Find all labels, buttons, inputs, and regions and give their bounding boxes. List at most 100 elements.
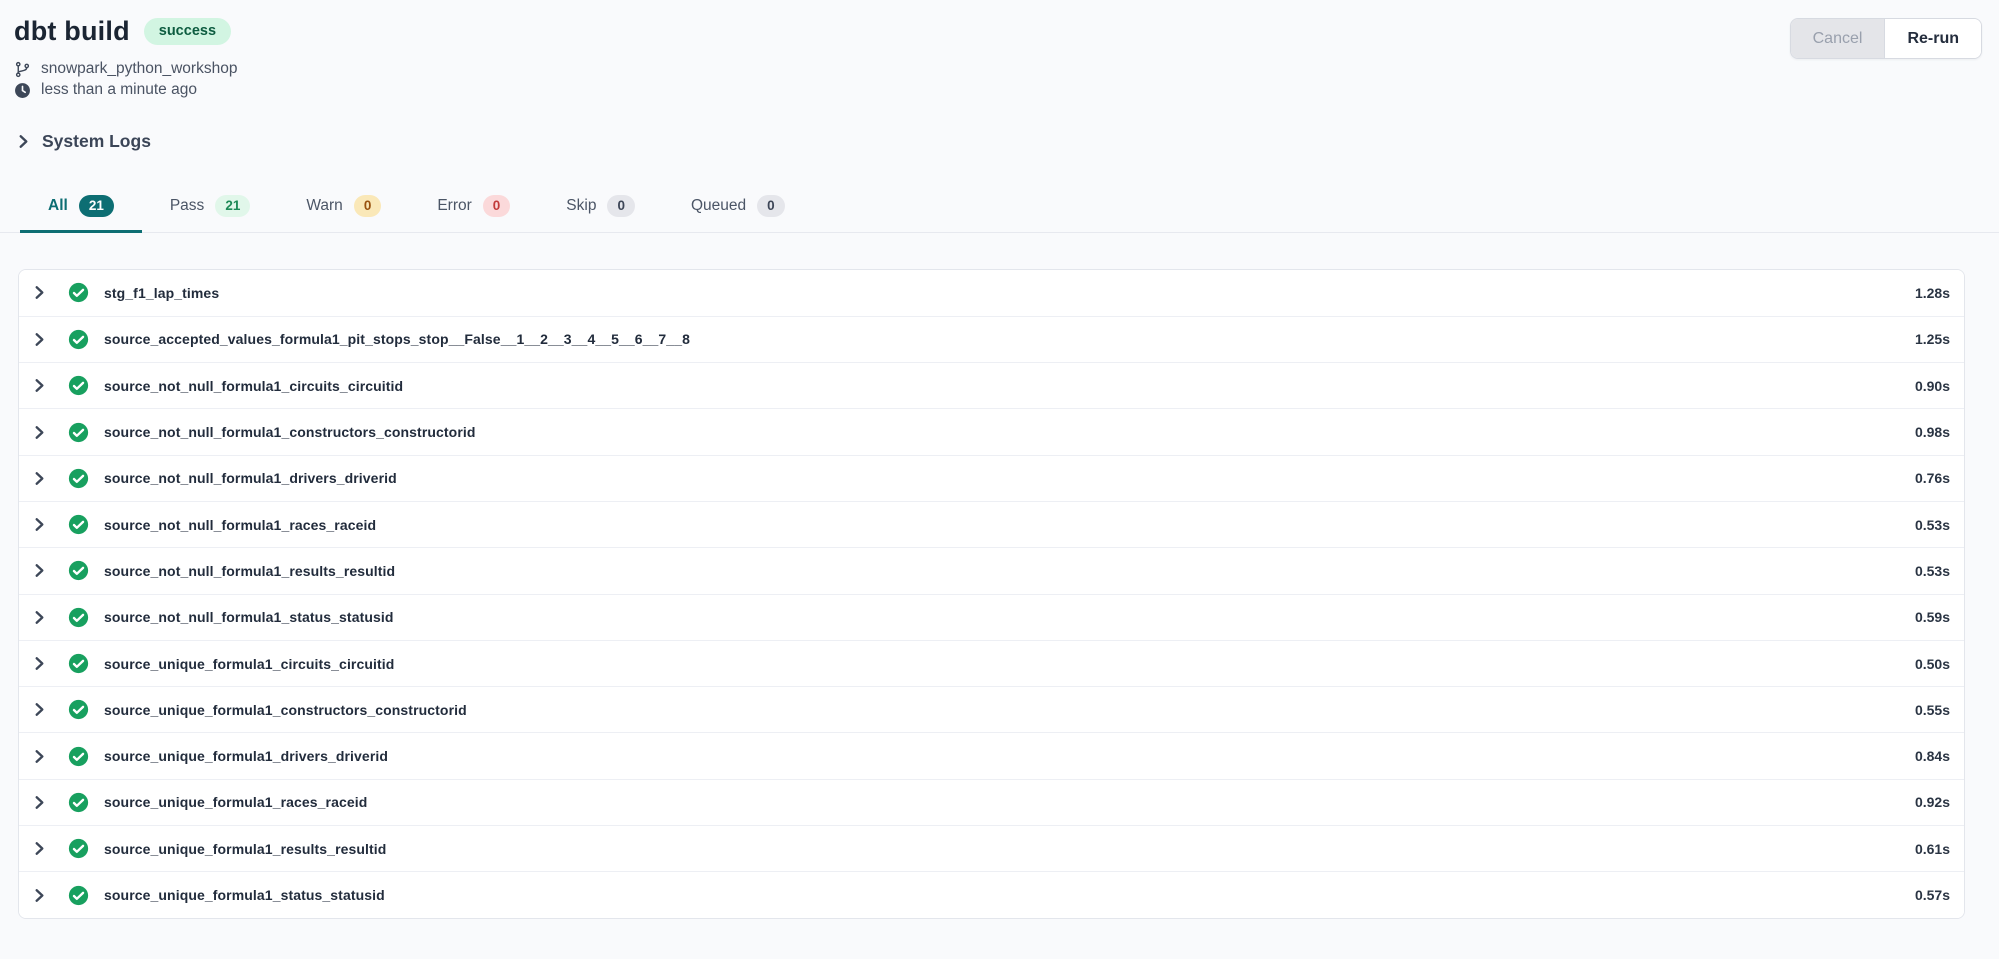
pass-check-icon	[68, 699, 89, 720]
result-row[interactable]: source_not_null_formula1_races_raceid 0.…	[19, 501, 1964, 547]
result-row[interactable]: source_unique_formula1_drivers_driverid …	[19, 732, 1964, 778]
status-tabs: All 21 Pass 21 Warn 0 Error 0 Skip 0 Que…	[0, 185, 1999, 233]
git-branch-icon	[14, 61, 31, 78]
expand-chevron-icon[interactable]	[29, 425, 49, 440]
result-duration: 1.25s	[1915, 331, 1950, 347]
result-duration: 0.98s	[1915, 424, 1950, 440]
pass-check-icon	[68, 282, 89, 303]
expand-chevron-icon[interactable]	[29, 795, 49, 810]
results-list: stg_f1_lap_times 1.28s source_accepted_v…	[18, 269, 1965, 919]
tab-count-badge: 0	[483, 195, 511, 217]
tab-label: Skip	[566, 197, 596, 215]
result-row[interactable]: source_not_null_formula1_drivers_driveri…	[19, 455, 1964, 501]
expand-chevron-icon[interactable]	[29, 563, 49, 578]
result-row[interactable]: source_not_null_formula1_constructors_co…	[19, 408, 1964, 454]
pass-check-icon	[68, 607, 89, 628]
rerun-button[interactable]: Re-run	[1885, 19, 1981, 58]
result-row[interactable]: source_not_null_formula1_results_resulti…	[19, 547, 1964, 593]
pass-check-icon	[68, 514, 89, 535]
cancel-button[interactable]: Cancel	[1791, 19, 1886, 58]
expand-chevron-icon[interactable]	[29, 517, 49, 532]
tab-all[interactable]: All 21	[20, 185, 142, 233]
tab-error[interactable]: Error 0	[409, 185, 538, 233]
pass-check-icon	[68, 838, 89, 859]
tab-count-badge: 0	[607, 195, 635, 217]
result-name: source_not_null_formula1_constructors_co…	[104, 424, 476, 440]
tab-label: All	[48, 197, 68, 215]
system-logs-label: System Logs	[42, 131, 151, 152]
expand-chevron-icon[interactable]	[29, 285, 49, 300]
system-logs-toggle[interactable]: System Logs	[16, 131, 1999, 152]
result-duration: 1.28s	[1915, 285, 1950, 301]
result-row[interactable]: source_unique_formula1_constructors_cons…	[19, 686, 1964, 732]
pass-check-icon	[68, 746, 89, 767]
result-duration: 0.53s	[1915, 517, 1950, 533]
pass-check-icon	[68, 885, 89, 906]
result-duration: 0.92s	[1915, 794, 1950, 810]
pass-check-icon	[68, 468, 89, 489]
result-name: stg_f1_lap_times	[104, 285, 219, 301]
pass-check-icon	[68, 560, 89, 581]
expand-chevron-icon[interactable]	[29, 610, 49, 625]
result-duration: 0.50s	[1915, 656, 1950, 672]
tab-count-badge: 0	[757, 195, 785, 217]
tab-queued[interactable]: Queued 0	[663, 185, 813, 233]
run-header-left: dbt build success snowpark_python_worksh…	[14, 16, 237, 99]
result-row[interactable]: source_unique_formula1_status_statusid 0…	[19, 871, 1964, 917]
expand-chevron-icon[interactable]	[29, 749, 49, 764]
expand-chevron-icon[interactable]	[29, 332, 49, 347]
status-badge: success	[144, 18, 231, 45]
result-duration: 0.53s	[1915, 563, 1950, 579]
pass-check-icon	[68, 792, 89, 813]
result-duration: 0.61s	[1915, 841, 1950, 857]
expand-chevron-icon[interactable]	[29, 702, 49, 717]
pass-check-icon	[68, 422, 89, 443]
time-line: less than a minute ago	[14, 81, 237, 99]
tab-skip[interactable]: Skip 0	[538, 185, 663, 233]
expand-chevron-icon[interactable]	[29, 841, 49, 856]
result-row[interactable]: source_not_null_formula1_status_statusid…	[19, 594, 1964, 640]
result-row[interactable]: source_unique_formula1_circuits_circuiti…	[19, 640, 1964, 686]
result-name: source_unique_formula1_races_raceid	[104, 794, 367, 810]
pass-check-icon	[68, 329, 89, 350]
result-name: source_not_null_formula1_races_raceid	[104, 517, 376, 533]
result-duration: 0.90s	[1915, 378, 1950, 394]
result-name: source_not_null_formula1_results_resulti…	[104, 563, 395, 579]
run-header: dbt build success snowpark_python_worksh…	[0, 0, 1999, 99]
result-row[interactable]: stg_f1_lap_times 1.28s	[19, 270, 1964, 316]
tab-warn[interactable]: Warn 0	[278, 185, 409, 233]
page-title: dbt build	[14, 16, 130, 47]
run-meta: snowpark_python_workshop less than a min…	[14, 60, 237, 99]
clock-icon	[14, 82, 31, 99]
tab-count-badge: 21	[215, 195, 250, 217]
tab-pass[interactable]: Pass 21	[142, 185, 279, 233]
tab-count-badge: 0	[354, 195, 382, 217]
expand-chevron-icon[interactable]	[29, 378, 49, 393]
pass-check-icon	[68, 653, 89, 674]
expand-chevron-icon[interactable]	[29, 471, 49, 486]
result-name: source_unique_formula1_constructors_cons…	[104, 702, 467, 718]
result-name: source_unique_formula1_drivers_driverid	[104, 748, 388, 764]
expand-chevron-icon[interactable]	[29, 656, 49, 671]
tab-label: Queued	[691, 197, 746, 215]
result-duration: 0.57s	[1915, 887, 1950, 903]
result-row[interactable]: source_accepted_values_formula1_pit_stop…	[19, 316, 1964, 362]
tab-label: Error	[437, 197, 471, 215]
result-name: source_accepted_values_formula1_pit_stop…	[104, 331, 690, 347]
result-duration: 0.59s	[1915, 609, 1950, 625]
result-row[interactable]: source_unique_formula1_results_resultid …	[19, 825, 1964, 871]
title-row: dbt build success	[14, 16, 237, 47]
result-name: source_unique_formula1_circuits_circuiti…	[104, 656, 394, 672]
result-name: source_unique_formula1_results_resultid	[104, 841, 386, 857]
expand-chevron-icon[interactable]	[29, 888, 49, 903]
tab-label: Warn	[306, 197, 342, 215]
result-duration: 0.76s	[1915, 470, 1950, 486]
result-duration: 0.84s	[1915, 748, 1950, 764]
result-row[interactable]: source_not_null_formula1_circuits_circui…	[19, 362, 1964, 408]
branch-name: snowpark_python_workshop	[41, 60, 237, 78]
tab-label: Pass	[170, 197, 204, 215]
result-row[interactable]: source_unique_formula1_races_raceid 0.92…	[19, 779, 1964, 825]
branch-line: snowpark_python_workshop	[14, 60, 237, 78]
result-name: source_not_null_formula1_status_statusid	[104, 609, 394, 625]
time-ago: less than a minute ago	[41, 81, 197, 99]
